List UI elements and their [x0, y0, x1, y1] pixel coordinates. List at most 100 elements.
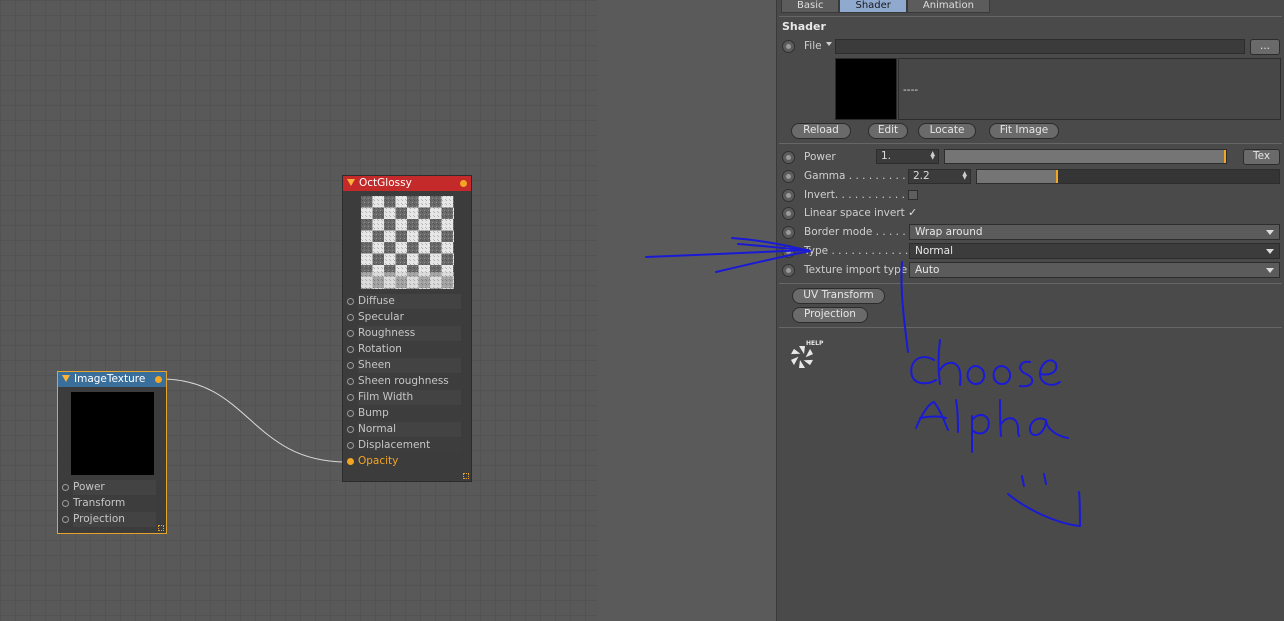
port-row-displacement[interactable]: Displacement — [343, 438, 471, 454]
border-mode-dropdown[interactable]: Wrap around — [909, 224, 1280, 240]
imagetexture-node-header[interactable]: ImageTexture — [58, 372, 166, 387]
gamma-value-input[interactable]: 2.2 ▲ ▼ — [908, 169, 971, 184]
help-label: HELP — [806, 340, 824, 347]
input-port-icon[interactable] — [347, 314, 354, 321]
input-port-icon[interactable] — [347, 346, 354, 353]
linear-space-invert-label: Linear space invert — [804, 207, 905, 219]
imagetexture-node[interactable]: ImageTexture Power Transform Projection — [57, 371, 167, 534]
gamma-slider[interactable] — [976, 169, 1280, 184]
image-preview — [835, 58, 897, 120]
fit-image-button[interactable]: Fit Image — [989, 123, 1059, 139]
input-port-icon[interactable] — [347, 362, 354, 369]
input-port-icon[interactable] — [347, 330, 354, 337]
spinner-arrows-icon[interactable]: ▲ ▼ — [962, 171, 967, 181]
spinner-arrows-icon[interactable]: ▲ ▼ — [930, 151, 935, 161]
type-animate-radio[interactable] — [782, 245, 795, 258]
input-port-icon[interactable] — [62, 484, 69, 491]
input-port-icon[interactable] — [347, 458, 354, 465]
chevron-down-icon — [1266, 249, 1274, 254]
invert-checkbox[interactable] — [908, 190, 918, 200]
power-value-text: 1. — [881, 150, 892, 162]
input-port-icon[interactable] — [62, 500, 69, 507]
tab-basic[interactable]: Basic — [781, 0, 840, 13]
texture-import-type-dropdown[interactable]: Auto — [909, 262, 1280, 278]
type-label: Type . . . . . . . . . . . . . — [804, 245, 915, 257]
octglossy-node-header[interactable]: OctGlossy — [343, 176, 471, 191]
gamma-animate-radio[interactable] — [782, 170, 795, 183]
power-slider-handle[interactable] — [1224, 150, 1226, 163]
collapse-triangle-icon[interactable] — [62, 375, 70, 382]
file-menu-caret-icon[interactable] — [826, 42, 832, 46]
output-port[interactable] — [460, 180, 467, 187]
port-row-power[interactable]: Power — [58, 480, 166, 496]
port-row-specular[interactable]: Specular — [343, 310, 471, 326]
section-title: Shader — [782, 20, 826, 33]
port-row-normal[interactable]: Normal — [343, 422, 471, 438]
port-label: Bump — [358, 406, 461, 421]
input-port-icon[interactable] — [347, 426, 354, 433]
port-label: Transform — [73, 496, 156, 511]
linear-space-invert-checkbox[interactable]: ✓ — [908, 207, 917, 218]
divider — [779, 283, 1282, 284]
texture-import-type-label: Texture import type — [804, 264, 908, 276]
file-path-input[interactable] — [835, 39, 1245, 54]
texture-import-type-animate-radio[interactable] — [782, 264, 795, 277]
octglossy-node[interactable]: OctGlossy Diffuse Specular Roughness Rot… — [342, 175, 472, 482]
output-port[interactable] — [155, 376, 162, 383]
chevron-down-icon — [1266, 268, 1274, 273]
input-port-icon[interactable] — [347, 378, 354, 385]
port-row-sheen[interactable]: Sheen — [343, 358, 471, 374]
port-row-rotation[interactable]: Rotation — [343, 342, 471, 358]
port-label: Sheen roughness — [358, 374, 461, 389]
input-port-icon[interactable] — [62, 516, 69, 523]
port-row-bump[interactable]: Bump — [343, 406, 471, 422]
port-label: Rotation — [358, 342, 461, 357]
port-label: Projection — [73, 512, 156, 527]
power-animate-radio[interactable] — [782, 151, 795, 164]
uv-transform-button[interactable]: UV Transform — [792, 288, 885, 304]
border-mode-animate-radio[interactable] — [782, 226, 795, 239]
resize-grip-icon[interactable] — [463, 473, 469, 479]
input-port-icon[interactable] — [347, 442, 354, 449]
input-port-icon[interactable] — [347, 410, 354, 417]
gamma-value-text: 2.2 — [913, 170, 930, 182]
image-info-field: ---- — [898, 58, 1281, 120]
port-row-transform[interactable]: Transform — [58, 496, 166, 512]
port-row-opacity[interactable]: Opacity — [343, 454, 471, 470]
linear-space-invert-animate-radio[interactable] — [782, 207, 795, 220]
port-label: Power — [73, 480, 156, 495]
tab-animation[interactable]: Animation — [906, 0, 990, 13]
file-animate-radio[interactable] — [782, 40, 795, 53]
type-dropdown[interactable]: Normal — [909, 243, 1280, 259]
input-port-icon[interactable] — [347, 394, 354, 401]
resize-grip-icon[interactable] — [158, 525, 164, 531]
invert-label: Invert. . . . . . . . . . . . — [804, 189, 912, 201]
invert-animate-radio[interactable] — [782, 189, 795, 202]
attribute-manager-panel: Basic Shader Animation Shader File ... -… — [776, 0, 1284, 621]
power-slider[interactable] — [944, 149, 1227, 164]
port-label: Normal — [358, 422, 461, 437]
power-tex-button[interactable]: Tex — [1243, 149, 1280, 165]
collapse-triangle-icon[interactable] — [347, 179, 355, 186]
file-browse-button[interactable]: ... — [1250, 39, 1280, 55]
power-value-input[interactable]: 1. ▲ ▼ — [876, 149, 939, 164]
port-label: Roughness — [358, 326, 461, 341]
gamma-slider-handle[interactable] — [1056, 170, 1058, 183]
node-editor-canvas[interactable]: OctGlossy Diffuse Specular Roughness Rot… — [0, 0, 776, 621]
port-label: Displacement — [358, 438, 461, 453]
locate-button[interactable]: Locate — [918, 123, 976, 139]
input-port-icon[interactable] — [347, 298, 354, 305]
material-preview-thumbnail — [360, 196, 454, 289]
port-row-film-width[interactable]: Film Width — [343, 390, 471, 406]
projection-button[interactable]: Projection — [792, 307, 868, 323]
chevron-down-icon — [1266, 230, 1274, 235]
edit-button[interactable]: Edit — [868, 123, 908, 139]
port-row-sheen-roughness[interactable]: Sheen roughness — [343, 374, 471, 390]
octglossy-node-title: OctGlossy — [359, 177, 412, 189]
port-row-projection[interactable]: Projection — [58, 512, 166, 528]
tab-shader[interactable]: Shader — [839, 0, 907, 13]
port-label: Specular — [358, 310, 461, 325]
port-row-diffuse[interactable]: Diffuse — [343, 294, 471, 310]
port-row-roughness[interactable]: Roughness — [343, 326, 471, 342]
reload-button[interactable]: Reload — [791, 123, 851, 139]
